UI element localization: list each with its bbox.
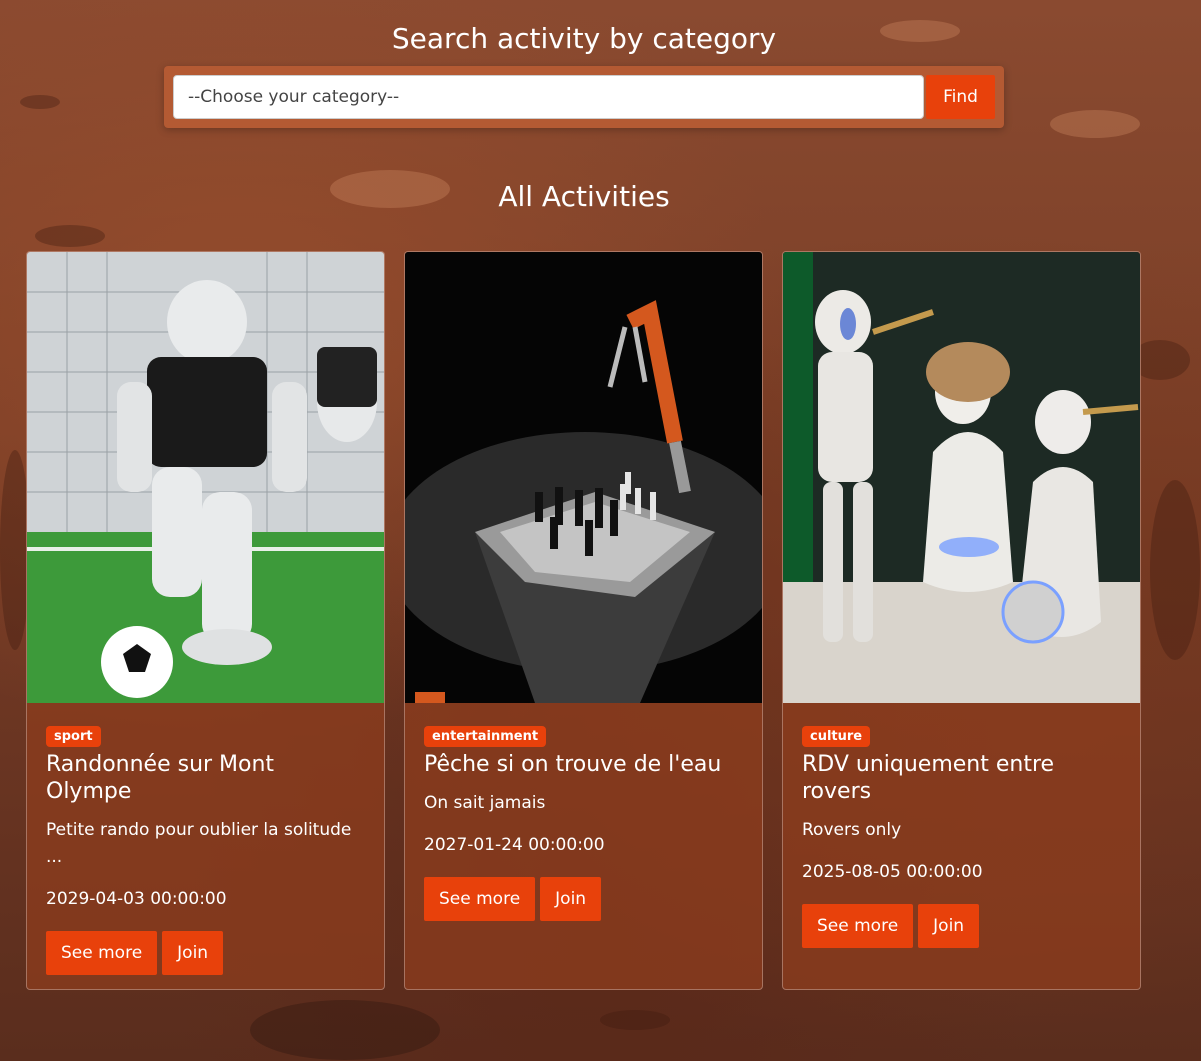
category-badge: sport: [46, 726, 101, 747]
activity-title: RDV uniquement entre rovers: [802, 752, 1055, 804]
activity-card: sport Randonnée sur Mont Olympe Petite r…: [26, 251, 385, 990]
category-badge: entertainment: [424, 726, 547, 747]
activity-card: culture RDV uniquement entre rovers Rove…: [782, 251, 1141, 990]
see-more-button[interactable]: See more: [424, 877, 536, 921]
robot-band-image: [783, 252, 1140, 703]
activity-description: Petite rando pour oublier la solitude ..…: [46, 820, 352, 867]
category-select[interactable]: --Choose your category--: [173, 75, 924, 119]
activity-title: Randonnée sur Mont Olympe: [46, 752, 275, 804]
join-button[interactable]: Join: [540, 877, 602, 921]
see-more-button[interactable]: See more: [802, 904, 914, 948]
activity-title: Pêche si on trouve de l'eau: [424, 752, 722, 777]
see-more-button[interactable]: See more: [46, 931, 158, 975]
category-badge: culture: [802, 726, 871, 747]
robot-chess-image: [405, 252, 762, 703]
search-bar: --Choose your category-- Find: [164, 66, 1004, 128]
activity-date: 2027-01-24 00:00:00: [424, 835, 605, 855]
activity-description: Rovers only: [802, 820, 902, 840]
activity-date: 2025-08-05 00:00:00: [802, 862, 983, 882]
robot-soccer-image: [27, 252, 384, 703]
section-title: All Activities: [498, 180, 670, 213]
search-title: Search activity by category: [391, 22, 777, 55]
activity-card: entertainment Pêche si on trouve de l'ea…: [404, 251, 763, 990]
find-button[interactable]: Find: [926, 75, 995, 119]
join-button[interactable]: Join: [918, 904, 980, 948]
activity-description: On sait jamais: [424, 793, 546, 813]
join-button[interactable]: Join: [162, 931, 224, 975]
activity-date: 2029-04-03 00:00:00: [46, 889, 227, 909]
